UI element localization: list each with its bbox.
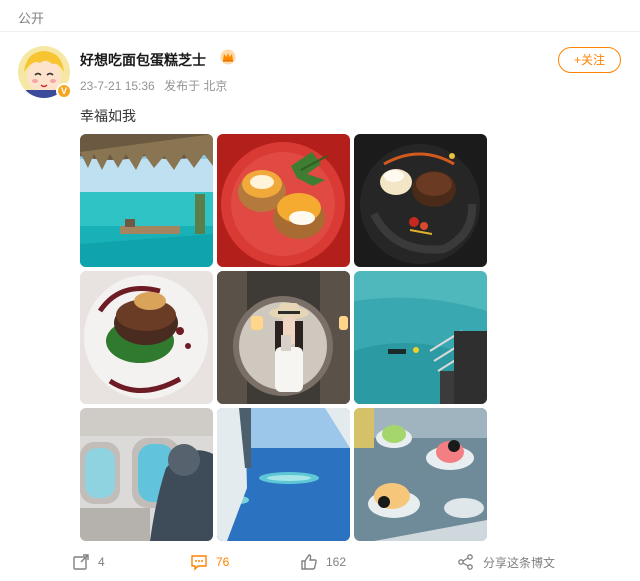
like-count: 162 <box>326 555 347 569</box>
avatar[interactable]: V <box>18 46 72 99</box>
verified-badge-icon: V <box>56 83 72 99</box>
visibility-bar: 公开 <box>0 0 640 32</box>
like-button[interactable]: 162 <box>300 552 346 572</box>
photo-ice-cream[interactable] <box>354 408 487 541</box>
follow-button[interactable]: +关注 <box>558 47 621 73</box>
crown-icon <box>220 49 236 65</box>
photo-snorkeler[interactable] <box>354 271 487 404</box>
comment-count: 76 <box>216 555 230 569</box>
share-label: 分享这条博文 <box>483 555 556 570</box>
repost-icon <box>73 554 89 570</box>
action-bar: 4 76 162 分享这条博文 <box>0 548 640 576</box>
post-location: 发布于 北京 <box>164 79 228 93</box>
comment-button[interactable]: 76 <box>190 552 229 572</box>
photo-aerial-atoll[interactable] <box>217 408 350 541</box>
photo-grid <box>80 134 487 541</box>
post-text: 幸福如我 <box>80 108 136 124</box>
username[interactable]: 好想吃面包蛋糕芝士 <box>80 50 206 70</box>
visibility-label: 公开 <box>18 11 45 26</box>
thumbs-up-icon <box>301 554 317 570</box>
post-timestamp[interactable]: 23-7-21 15:36 <box>80 79 155 93</box>
post-meta: 23-7-21 15:36 发布于 北京 <box>80 77 233 94</box>
photo-pool[interactable] <box>80 134 213 267</box>
photo-lava-cake[interactable] <box>354 134 487 267</box>
photo-seaplane-window[interactable] <box>80 408 213 541</box>
share-icon <box>458 554 473 570</box>
photo-steak[interactable] <box>80 271 213 404</box>
repost-count: 4 <box>98 555 105 569</box>
photo-eggs-benedict[interactable] <box>217 134 350 267</box>
comment-icon <box>191 555 207 571</box>
repost-button[interactable]: 4 <box>72 552 105 572</box>
photo-mirror-selfie[interactable] <box>217 271 350 404</box>
share-button[interactable]: 分享这条博文 <box>457 552 555 572</box>
